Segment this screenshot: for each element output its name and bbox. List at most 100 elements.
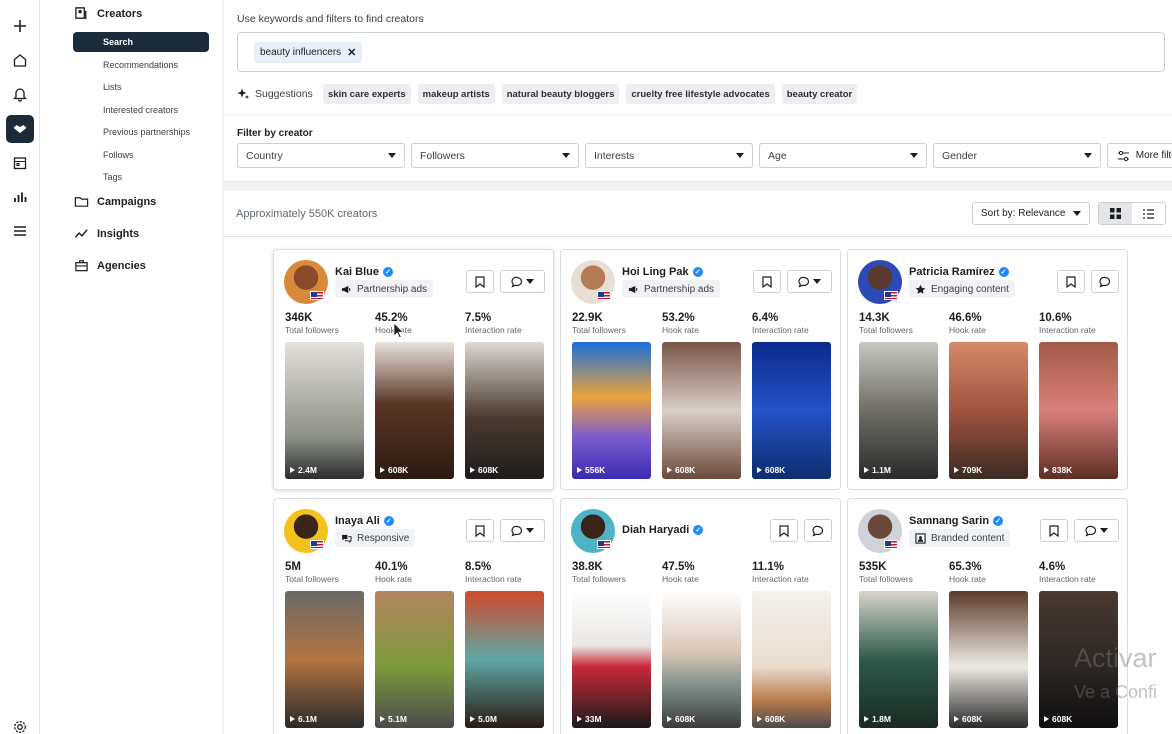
search-input[interactable]: beauty influencers ✕ bbox=[237, 32, 1165, 72]
close-icon[interactable]: ✕ bbox=[347, 46, 356, 59]
bookmark-button[interactable] bbox=[1057, 270, 1085, 293]
play-icon bbox=[290, 467, 295, 473]
message-button[interactable] bbox=[1091, 270, 1119, 293]
age-select[interactable]: Age bbox=[759, 143, 927, 168]
video-thumbnail[interactable]: 556K bbox=[572, 342, 651, 479]
watermark-line2: Ve a Confi bbox=[1074, 682, 1158, 702]
bookmark-button[interactable] bbox=[770, 519, 798, 542]
creator-name[interactable]: Diah Haryadi ✓ bbox=[622, 524, 704, 536]
bookmark-icon bbox=[475, 524, 485, 537]
bookmark-button[interactable] bbox=[753, 270, 781, 293]
creator-name[interactable]: Inaya Ali ✓ bbox=[335, 515, 394, 527]
creator-card[interactable]: Patricia Ramírez ✓ Engaging content 14.3K To… bbox=[847, 249, 1128, 490]
nav-sub-follows[interactable]: Follows bbox=[73, 145, 209, 165]
stat-interaction-rate: 7.5% Interaction rate bbox=[465, 312, 522, 335]
chevron-down-icon bbox=[1073, 211, 1081, 216]
nav-creators-label: Creators bbox=[97, 7, 143, 20]
video-thumbnail[interactable]: 608K bbox=[949, 591, 1028, 728]
video-thumbnail[interactable]: 5.0M bbox=[465, 591, 544, 728]
creator-name-text: Patricia Ramírez bbox=[909, 266, 995, 278]
message-button[interactable] bbox=[787, 270, 832, 293]
stat-interaction-rate: 11.1% Interaction rate bbox=[752, 561, 809, 584]
chevron-down-icon bbox=[1084, 153, 1092, 158]
suggestion-chip[interactable]: beauty creator bbox=[781, 84, 858, 104]
video-thumbnail[interactable]: 608K bbox=[375, 342, 454, 479]
bookmark-button[interactable] bbox=[466, 519, 494, 542]
creator-card[interactable]: Inaya Ali ✓ Responsive 5M Total followers 40.… bbox=[273, 498, 554, 734]
handshake-icon[interactable] bbox=[6, 115, 34, 143]
home-icon[interactable] bbox=[6, 46, 34, 74]
bar-chart-icon[interactable] bbox=[6, 183, 34, 211]
view-count: 608K bbox=[757, 714, 785, 724]
nav-campaigns[interactable]: Campaigns bbox=[74, 194, 156, 209]
calendar-icon[interactable] bbox=[6, 149, 34, 177]
video-thumbnail[interactable]: 709K bbox=[949, 342, 1028, 479]
menu-icon[interactable] bbox=[6, 217, 34, 245]
results-header: Approximately 550K creators Sort by: Rel… bbox=[224, 191, 1172, 237]
video-thumbnail[interactable]: 608K bbox=[662, 591, 741, 728]
nav-sub-search[interactable]: Search bbox=[73, 32, 209, 52]
creator-name[interactable]: Hoi Ling Pak ✓ bbox=[622, 266, 703, 278]
nav-creators[interactable]: Creators bbox=[74, 6, 142, 21]
video-thumbnail[interactable]: 5.1M bbox=[375, 591, 454, 728]
suggestion-chip[interactable]: natural beauty bloggers bbox=[501, 84, 620, 104]
message-button[interactable] bbox=[500, 519, 545, 542]
gender-select[interactable]: Gender bbox=[933, 143, 1101, 168]
creator-name[interactable]: Patricia Ramírez ✓ bbox=[909, 266, 1009, 278]
play-icon bbox=[864, 467, 869, 473]
nav-sub-interested-creators[interactable]: Interested creators bbox=[73, 100, 209, 120]
followers-select[interactable]: Followers bbox=[411, 143, 579, 168]
creator-card[interactable]: Diah Haryadi ✓ 38.8K Total followers 47.5% Ho… bbox=[560, 498, 841, 734]
stat-followers: 5M Total followers bbox=[285, 561, 339, 584]
cursor-icon bbox=[393, 322, 405, 338]
video-thumbnail[interactable]: 838K bbox=[1039, 342, 1118, 479]
filter-title: Filter by creator bbox=[237, 128, 313, 139]
nav-agencies[interactable]: Agencies bbox=[74, 258, 146, 273]
play-icon bbox=[380, 467, 385, 473]
suggestion-chip[interactable]: makeup artists bbox=[417, 84, 495, 104]
keyword-chip[interactable]: beauty influencers ✕ bbox=[254, 42, 363, 63]
message-button[interactable] bbox=[1074, 519, 1119, 542]
view-count-text: 556K bbox=[585, 465, 606, 475]
interests-select[interactable]: Interests bbox=[585, 143, 753, 168]
sort-select[interactable]: Sort by: Relevance bbox=[972, 202, 1090, 225]
nav-sub-recommendations[interactable]: Recommendations bbox=[73, 55, 209, 75]
more-filters-button[interactable]: More filters bbox=[1107, 143, 1172, 168]
play-icon bbox=[757, 467, 762, 473]
message-button[interactable] bbox=[804, 519, 832, 542]
nav-insights[interactable]: Insights bbox=[74, 226, 139, 241]
video-thumbnail[interactable]: 608K bbox=[752, 591, 831, 728]
bell-icon[interactable] bbox=[6, 80, 34, 108]
video-thumbnail[interactable]: 1.1M bbox=[859, 342, 938, 479]
video-thumbnail[interactable]: 33M bbox=[572, 591, 651, 728]
nav-sub-tags[interactable]: Tags bbox=[73, 167, 209, 187]
list-view-icon[interactable] bbox=[1132, 203, 1165, 224]
bookmark-button[interactable] bbox=[466, 270, 494, 293]
gear-icon[interactable] bbox=[6, 713, 34, 734]
grid-view-icon[interactable] bbox=[1099, 203, 1132, 224]
sliders-icon bbox=[1117, 150, 1129, 161]
play-icon bbox=[290, 716, 295, 722]
video-thumbnail[interactable]: 608K bbox=[752, 342, 831, 479]
video-thumbnail[interactable]: 2.4M bbox=[285, 342, 364, 479]
nav-sub-previous-partnerships[interactable]: Previous partnerships bbox=[73, 122, 209, 142]
country-select[interactable]: Country bbox=[237, 143, 405, 168]
creator-card[interactable]: Hoi Ling Pak ✓ Partnership ads 22.9K Total f… bbox=[560, 249, 841, 490]
suggestion-chip[interactable]: skin care experts bbox=[323, 84, 411, 104]
creator-name[interactable]: Samnang Sarin ✓ bbox=[909, 515, 1004, 527]
video-thumbnail[interactable]: 608K bbox=[662, 342, 741, 479]
bookmark-button[interactable] bbox=[1040, 519, 1068, 542]
us-flag-icon bbox=[884, 291, 898, 300]
video-thumbnail[interactable]: 608K bbox=[465, 342, 544, 479]
video-thumbnail[interactable]: 6.1M bbox=[285, 591, 364, 728]
video-thumbnail[interactable]: 1.8M bbox=[859, 591, 938, 728]
creator-card[interactable]: Kai Blue ✓ Partnership ads 346K Total follow… bbox=[273, 249, 554, 490]
message-button[interactable] bbox=[500, 270, 545, 293]
nav-sub-lists[interactable]: Lists bbox=[73, 77, 209, 97]
play-icon bbox=[1044, 467, 1049, 473]
us-flag-icon bbox=[597, 291, 611, 300]
message-icon bbox=[798, 276, 810, 288]
suggestion-chip[interactable]: cruelty free lifestyle advocates bbox=[626, 84, 775, 104]
plus-icon[interactable] bbox=[6, 12, 34, 40]
creator-name[interactable]: Kai Blue ✓ bbox=[335, 266, 394, 278]
